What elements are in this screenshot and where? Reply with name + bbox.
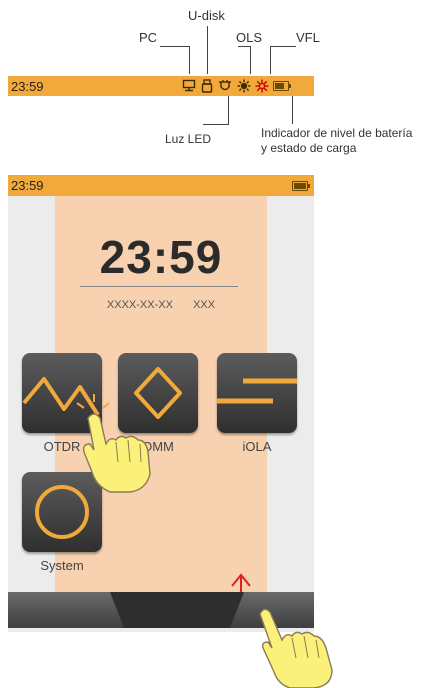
leader-led-v bbox=[228, 96, 229, 124]
udisk-icon bbox=[201, 79, 213, 93]
weekday-value: XXX bbox=[193, 299, 216, 311]
leader-ols bbox=[238, 46, 250, 47]
device-screen: 23:59 23:59 XXXX-XX-XX XXX OTDR OMM iOLA bbox=[8, 175, 314, 632]
annotation-udisk: U-disk bbox=[188, 8, 225, 23]
status-time: 23:59 bbox=[11, 79, 44, 94]
leader-pc bbox=[160, 46, 190, 47]
leader-vfl-v bbox=[270, 46, 271, 74]
annotation-ols: OLS bbox=[236, 30, 263, 45]
device-battery-icon bbox=[292, 181, 310, 191]
iola-label: iOLA bbox=[242, 439, 272, 454]
clock-time: 23:59 bbox=[99, 231, 223, 283]
leader-battery bbox=[292, 96, 293, 124]
tap-hand-icon bbox=[76, 394, 151, 493]
swipe-hand-icon bbox=[259, 608, 333, 688]
pc-icon bbox=[182, 79, 196, 92]
annotation-led: Luz LED bbox=[165, 132, 212, 146]
annotation-battery-2: y estado de carga bbox=[261, 141, 357, 155]
leader-udisk bbox=[207, 26, 208, 74]
date-value: XXXX-XX-XX bbox=[106, 299, 173, 311]
leader-ols-v bbox=[250, 46, 251, 74]
clock-divider bbox=[80, 286, 238, 287]
leader-vfl bbox=[270, 46, 296, 47]
led-icon bbox=[219, 80, 231, 91]
iola-lines-icon bbox=[217, 378, 297, 404]
vfl-icon bbox=[255, 79, 269, 93]
annotation-pc: PC bbox=[139, 30, 158, 45]
system-label: System bbox=[40, 558, 84, 573]
status-bar-detail: 23:59 bbox=[8, 76, 314, 96]
annotation-battery-1: Indicador de nivel de batería bbox=[261, 126, 413, 140]
device-status-time: 23:59 bbox=[11, 178, 44, 193]
ols-icon bbox=[237, 79, 251, 93]
iola-app-button[interactable] bbox=[217, 353, 297, 433]
battery-icon bbox=[273, 81, 291, 91]
clock-date: XXXX-XX-XX XXX bbox=[8, 299, 314, 311]
leader-pc-v bbox=[189, 46, 190, 74]
device-status-bar: 23:59 bbox=[8, 175, 314, 196]
annotation-vfl: VFL bbox=[296, 30, 320, 45]
leader-led-h bbox=[203, 124, 229, 125]
